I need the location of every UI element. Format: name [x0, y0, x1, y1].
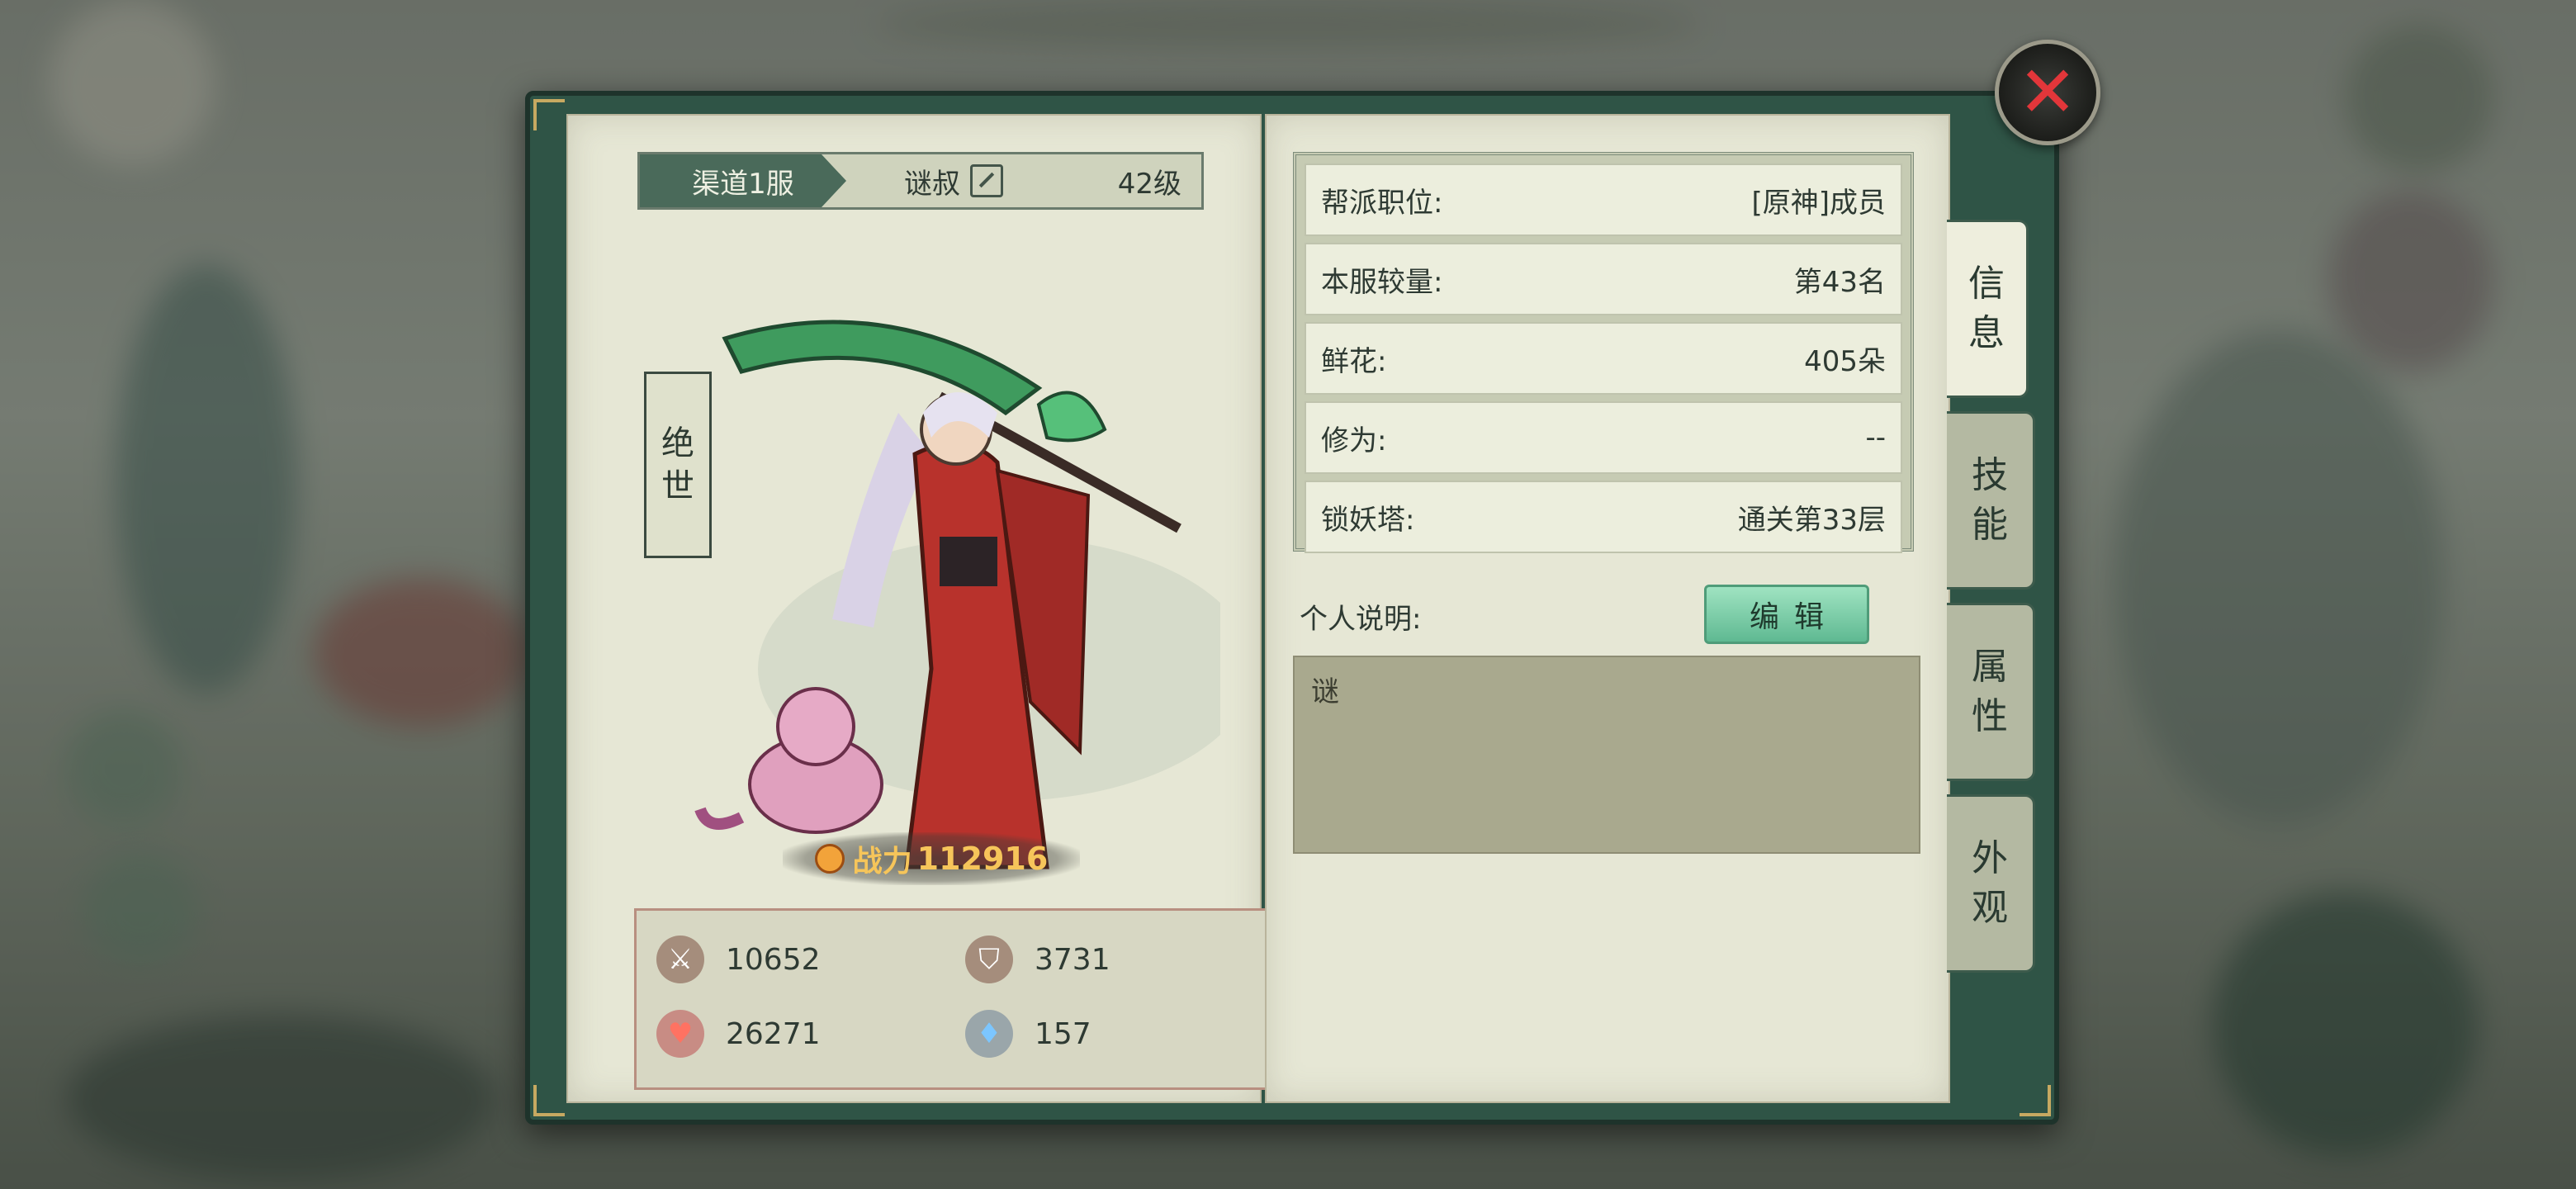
shield-icon: ⛉	[965, 936, 1013, 983]
right-page: 帮派职位: [原神]成员 本服较量: 第43名 鲜花: 405朵 修为: -- …	[1265, 114, 1950, 1103]
edit-description-button[interactable]: 编辑	[1704, 585, 1869, 644]
info-row-tower: 锁妖塔: 通关第33层	[1305, 481, 1902, 553]
left-page: 渠道1服 谜叔 42级 绝 世 战力 112916 ⚔ 10652 ⛉ 3731…	[566, 114, 1280, 1103]
tab-appearance[interactable]: 外 观	[1947, 794, 2035, 973]
info-value: 通关第33层	[1737, 503, 1886, 537]
player-level: 42级	[1117, 167, 1181, 201]
stat-health: ♥ 26271	[656, 1010, 821, 1058]
info-label: 本服较量:	[1321, 265, 1443, 299]
close-button[interactable]: ✕	[1995, 40, 2100, 145]
info-row-guild: 帮派职位: [原神]成员	[1305, 163, 1902, 236]
info-table: 帮派职位: [原神]成员 本服较量: 第43名 鲜花: 405朵 修为: -- …	[1293, 152, 1914, 553]
tab-char: 观	[1972, 887, 2008, 929]
tab-char: 信	[1968, 263, 2005, 305]
description-label: 个人说明:	[1300, 603, 1422, 636]
info-value: [原神]成员	[1751, 186, 1886, 220]
tab-char: 息	[1968, 312, 2005, 354]
stat-defense: ⛉ 3731	[965, 936, 1110, 983]
server-bar: 渠道1服 谜叔 42级	[637, 152, 1204, 210]
close-icon: ✕	[2017, 51, 2078, 134]
info-row-cultivation: 修为: --	[1305, 401, 1902, 474]
stat-mana: ♦ 157	[965, 1010, 1091, 1058]
title-char: 世	[661, 467, 694, 505]
tab-skills[interactable]: 技 能	[1947, 411, 2035, 590]
info-row-rank: 本服较量: 第43名	[1305, 243, 1902, 315]
rename-edit-icon[interactable]	[970, 164, 1003, 197]
info-value: 第43名	[1793, 265, 1886, 299]
tab-char: 性	[1972, 695, 2008, 737]
player-name: 谜叔	[904, 167, 960, 201]
player-info-book: 渠道1服 谜叔 42级 绝 世 战力 112916 ⚔ 10652 ⛉ 3731…	[525, 91, 2059, 1125]
server-tag: 渠道1服	[640, 154, 846, 207]
info-value: 405朵	[1804, 344, 1886, 378]
power-value: 112916	[916, 841, 1049, 877]
info-label: 修为:	[1321, 424, 1387, 457]
combat-power: 战力 112916	[783, 832, 1080, 885]
description-box[interactable]: 谜	[1293, 656, 1920, 854]
corner-ornament	[533, 1085, 565, 1116]
power-label: 战力	[852, 845, 912, 879]
tab-char: 技	[1972, 454, 2008, 496]
info-label: 帮派职位:	[1321, 186, 1443, 220]
power-icon	[814, 844, 845, 874]
tab-char: 属	[1972, 646, 2008, 688]
info-row-flowers: 鲜花: 405朵	[1305, 322, 1902, 395]
stat-value: 3731	[1035, 942, 1110, 977]
diamond-icon: ♦	[965, 1010, 1013, 1058]
corner-ornament	[533, 99, 565, 130]
tab-char: 能	[1972, 504, 2008, 546]
tab-attributes[interactable]: 属 性	[1947, 603, 2035, 781]
sword-icon: ⚔	[656, 936, 704, 983]
tab-char: 外	[1972, 837, 2008, 879]
character-portrait	[694, 320, 1220, 869]
heart-icon: ♥	[656, 1010, 704, 1058]
corner-ornament	[2020, 1085, 2051, 1116]
stat-value: 26271	[726, 1016, 821, 1051]
info-value: --	[1865, 421, 1886, 454]
title-char: 绝	[661, 424, 694, 462]
stat-value: 157	[1035, 1016, 1091, 1051]
tab-info[interactable]: 信 息	[1947, 220, 2029, 398]
info-label: 鲜花:	[1321, 344, 1387, 378]
stats-panel: ⚔ 10652 ⛉ 3731 ♥ 26271 ♦ 157	[634, 908, 1280, 1090]
stat-attack: ⚔ 10652	[656, 936, 821, 983]
info-label: 锁妖塔:	[1321, 503, 1415, 537]
stat-value: 10652	[726, 942, 821, 977]
